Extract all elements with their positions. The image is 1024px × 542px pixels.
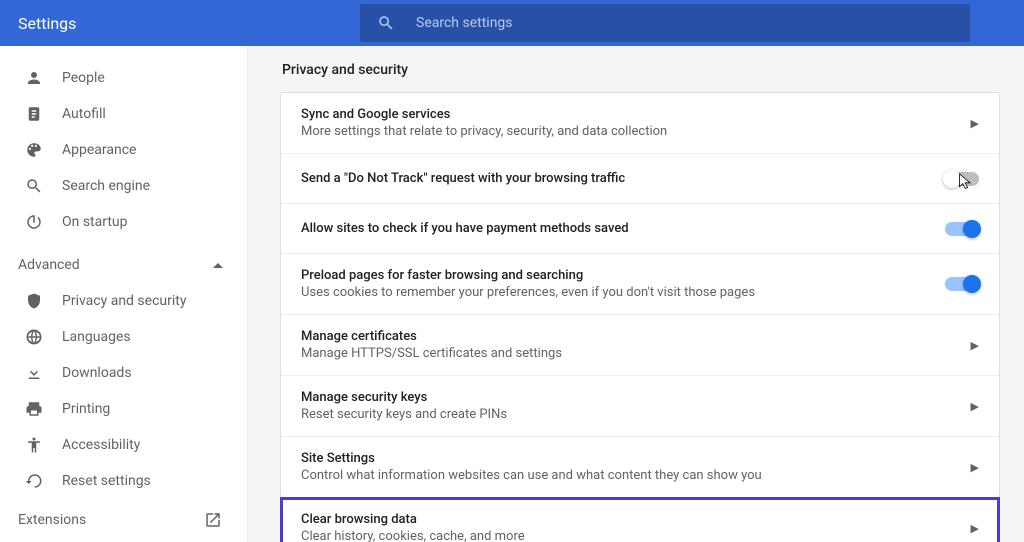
row-sub: Uses cookies to remember your preference… [301, 285, 945, 300]
row-title: Send a "Do Not Track" request with your … [301, 171, 945, 186]
chevron-right-icon: ▶ [971, 400, 979, 413]
search-input[interactable] [416, 15, 954, 31]
search-icon [376, 13, 396, 33]
search-icon [24, 176, 44, 196]
sidebar-item-label: On startup [62, 214, 128, 230]
sidebar-item-label: Accessibility [62, 437, 140, 453]
toggle[interactable] [945, 172, 979, 186]
download-icon [24, 363, 44, 383]
row-send-a-do-not-track-request-with-your-browsing-traffic[interactable]: Send a "Do Not Track" request with your … [281, 154, 999, 204]
extensions-link[interactable]: Extensions [0, 499, 247, 542]
search-box[interactable] [360, 4, 970, 42]
sidebar-item-label: Reset settings [62, 473, 151, 489]
row-manage-certificates[interactable]: Manage certificates Manage HTTPS/SSL cert… [281, 315, 999, 376]
sidebar: People Autofill Appearance Search engine On … [0, 46, 248, 542]
accessibility-icon [24, 435, 44, 455]
sidebar-item-label: Downloads [62, 365, 132, 381]
row-sync-and-google-services[interactable]: Sync and Google services More settings th… [281, 93, 999, 154]
topbar: Settings [0, 0, 1024, 46]
sidebar-item-label: Printing [62, 401, 110, 417]
row-title: Clear browsing data [301, 512, 963, 527]
sidebar-item-label: Appearance [62, 142, 136, 158]
print-icon [24, 399, 44, 419]
row-title: Allow sites to check if you have payment… [301, 221, 945, 236]
chevron-right-icon: ▶ [971, 117, 979, 130]
sidebar-item-printing[interactable]: Printing [0, 391, 247, 427]
extensions-label: Extensions [18, 512, 86, 528]
globe-icon [24, 327, 44, 347]
row-sub: Clear history, cookies, cache, and more [301, 529, 963, 542]
sidebar-item-languages[interactable]: Languages [0, 319, 247, 355]
sidebar-item-label: Privacy and security [62, 293, 186, 309]
restore-icon [24, 471, 44, 491]
toggle[interactable] [945, 222, 979, 236]
row-title: Manage certificates [301, 329, 963, 344]
chevron-up-icon [213, 263, 223, 268]
autofill-icon [24, 104, 44, 124]
advanced-label: Advanced [18, 257, 80, 273]
power-icon [24, 212, 44, 232]
person-icon [24, 68, 44, 88]
row-allow-sites-to-check-if-you-have-payment-methods-saved[interactable]: Allow sites to check if you have payment… [281, 204, 999, 254]
sidebar-item-accessibility[interactable]: Accessibility [0, 427, 247, 463]
open-in-new-icon [203, 510, 223, 530]
toggle[interactable] [945, 277, 979, 291]
sidebar-item-on-startup[interactable]: On startup [0, 204, 247, 240]
sidebar-item-appearance[interactable]: Appearance [0, 132, 247, 168]
sidebar-item-search-engine[interactable]: Search engine [0, 168, 247, 204]
shield-icon [24, 291, 44, 311]
settings-card: Sync and Google services More settings th… [280, 92, 1000, 542]
sidebar-item-label: Languages [62, 329, 131, 345]
sidebar-item-privacy-and-security[interactable]: Privacy and security [0, 283, 247, 319]
chevron-right-icon: ▶ [971, 339, 979, 352]
row-clear-browsing-data[interactable]: Clear browsing data Clear history, cookie… [281, 498, 999, 542]
sidebar-item-reset-settings[interactable]: Reset settings [0, 463, 247, 499]
row-preload-pages-for-faster-browsing-and-searching[interactable]: Preload pages for faster browsing and se… [281, 254, 999, 315]
main-content: Privacy and security Sync and Google ser… [248, 46, 1024, 542]
row-title: Manage security keys [301, 390, 963, 405]
row-manage-security-keys[interactable]: Manage security keys Reset security keys … [281, 376, 999, 437]
chevron-right-icon: ▶ [971, 522, 979, 535]
sidebar-item-people[interactable]: People [0, 60, 247, 96]
advanced-toggle[interactable]: Advanced [0, 248, 247, 283]
row-sub: Control what information websites can us… [301, 468, 963, 483]
row-title: Preload pages for faster browsing and se… [301, 268, 945, 283]
section-title: Privacy and security [280, 62, 1000, 78]
sidebar-item-autofill[interactable]: Autofill [0, 96, 247, 132]
sidebar-item-label: Autofill [62, 106, 106, 122]
row-sub: More settings that relate to privacy, se… [301, 124, 963, 139]
chevron-right-icon: ▶ [971, 461, 979, 474]
sidebar-item-label: Search engine [62, 178, 150, 194]
sidebar-item-downloads[interactable]: Downloads [0, 355, 247, 391]
row-title: Sync and Google services [301, 107, 963, 122]
settings-title: Settings [18, 14, 360, 33]
sidebar-item-label: People [62, 70, 105, 86]
palette-icon [24, 140, 44, 160]
row-title: Site Settings [301, 451, 963, 466]
row-sub: Reset security keys and create PINs [301, 407, 963, 422]
row-sub: Manage HTTPS/SSL certificates and settin… [301, 346, 963, 361]
row-site-settings[interactable]: Site Settings Control what information we… [281, 437, 999, 498]
